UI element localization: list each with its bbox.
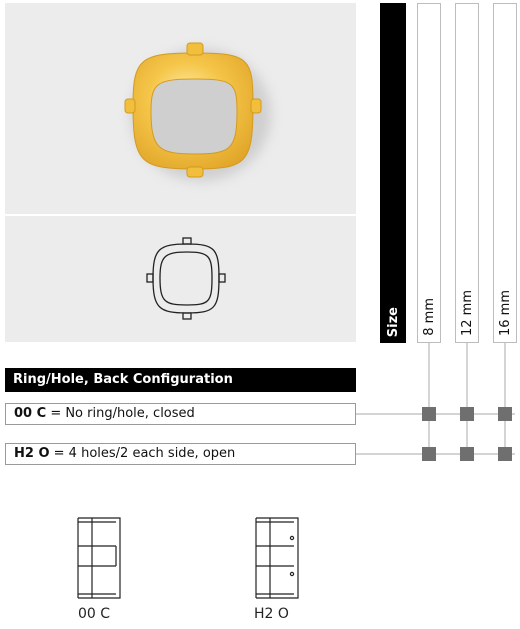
option-row-00c: 00 C = No ring/hole, closed bbox=[5, 403, 356, 425]
marker-00c-12mm bbox=[460, 407, 474, 421]
marker-00c-16mm bbox=[498, 407, 512, 421]
diagram-caption-h2o: H2 O bbox=[254, 606, 289, 622]
option-row-h2o: H2 O = 4 holes/2 each side, open bbox=[5, 443, 356, 465]
option-desc-00c: = No ring/hole, closed bbox=[50, 406, 195, 421]
option-code-h2o: H2 O bbox=[14, 446, 50, 461]
diagram-00c bbox=[77, 517, 121, 599]
option-code-00c: 00 C bbox=[14, 406, 47, 421]
marker-00c-8mm bbox=[422, 407, 436, 421]
section-title: Ring/Hole, Back Configuration bbox=[5, 368, 356, 392]
marker-h2o-8mm bbox=[422, 447, 436, 461]
diagram-caption-00c: 00 C bbox=[78, 606, 111, 622]
diagram-h2o bbox=[255, 517, 299, 599]
marker-h2o-12mm bbox=[460, 447, 474, 461]
option-desc-h2o: = 4 holes/2 each side, open bbox=[53, 446, 236, 461]
marker-h2o-16mm bbox=[498, 447, 512, 461]
